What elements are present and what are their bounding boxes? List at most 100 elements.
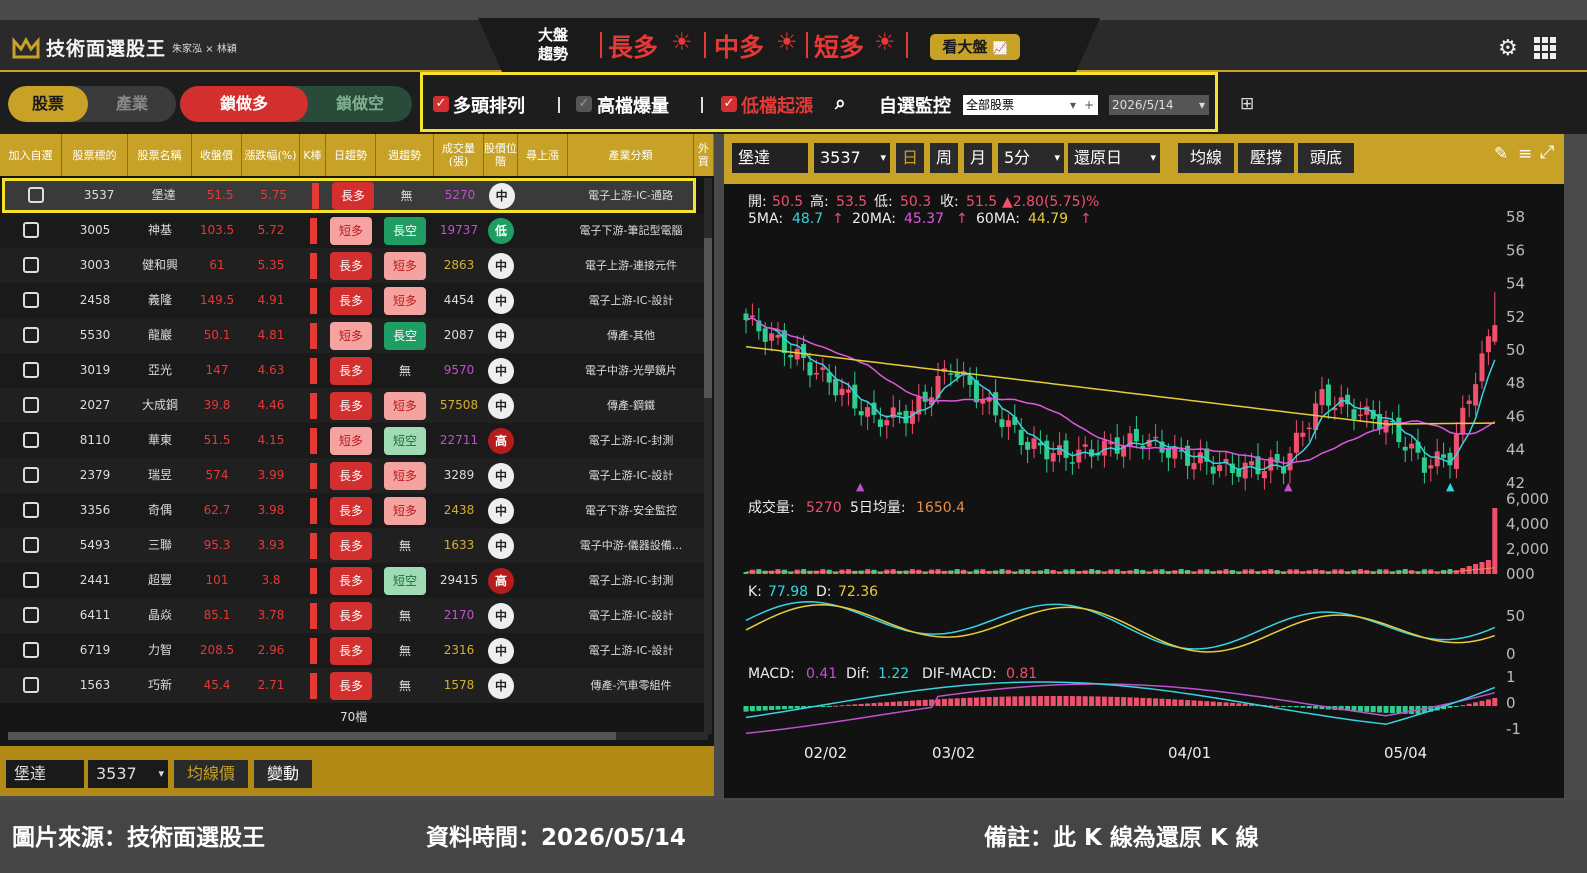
grid-menu-icon[interactable]	[1534, 37, 1556, 59]
add-watch-cell	[0, 353, 62, 388]
column-header[interactable]: 成交量(張)	[434, 134, 484, 176]
column-header[interactable]: 尋上漲	[518, 134, 568, 176]
table-settings-icon[interactable]: ⊞	[1240, 94, 1254, 114]
ma5-line	[745, 316, 1496, 471]
change-button[interactable]: 變動	[254, 760, 312, 788]
view-market-button[interactable]: 看大盤 📈	[930, 34, 1020, 60]
table-row[interactable]: 3537 堡達 51.5 5.75 長多 無 5270 中 電子上游-IC-通路	[2, 178, 696, 213]
vol5-line	[746, 567, 1495, 573]
volume-tick-label: 000	[1506, 565, 1535, 583]
macd-bar	[1095, 696, 1101, 706]
date-picker[interactable]: 2026/5/14 ▾	[1109, 95, 1209, 115]
column-header[interactable]: 漲跌幅(%)	[242, 134, 300, 176]
stock-name: 華東	[147, 433, 172, 447]
sliders-icon[interactable]: ≡	[1518, 144, 1532, 164]
chart-stock-code[interactable]: 3537 ▾	[814, 143, 890, 173]
watchlist-checkbox[interactable]	[23, 677, 39, 693]
restore-select[interactable]: 還原日 ▾	[1068, 143, 1160, 173]
column-header[interactable]: 股票名稱	[128, 134, 192, 176]
table-row[interactable]: 2027 大成鋼 39.8 4.46 長多 短多 57508 中 傳產-鋼鐵	[0, 388, 705, 423]
table-row[interactable]: 3019 亞光 147 4.63 長多 無 9570 中 電子中游-光學鏡片	[0, 353, 705, 388]
column-header[interactable]: 週趨勢	[376, 134, 434, 176]
table-row[interactable]: 3003 健和興 61 5.35 長多 短多 2863 中 電子上游-連接元件	[0, 248, 705, 283]
table-row[interactable]: 8110 華東 51.5 4.15 短多 短空 22711 高 電子上游-IC-封測	[0, 423, 705, 458]
search-icon[interactable]: ⌕	[835, 92, 846, 114]
d-label: D:	[816, 584, 832, 600]
watchlist-checkbox[interactable]	[23, 362, 39, 378]
table-row[interactable]: 5493 三聯 95.3 3.93 長多 無 1633 中 電子中游-儀器設備...	[0, 528, 705, 563]
watchlist-checkbox[interactable]	[23, 502, 39, 518]
watchlist-checkbox[interactable]	[23, 537, 39, 553]
pressure-button[interactable]: 壓撐	[1238, 143, 1294, 173]
top-bottom-button[interactable]: 頭底	[1298, 143, 1354, 173]
table-row[interactable]: 6719 力智 208.5 2.96 長多 無 2316 中 電子上游-IC-設計	[0, 633, 705, 668]
horizontal-scrollbar[interactable]	[8, 732, 708, 740]
table-row[interactable]: 2379 瑞昱 574 3.99 長多 短多 3289 中 電子上游-IC-設計	[0, 458, 705, 493]
lock-short-button[interactable]: 鎖做空	[308, 86, 412, 122]
period-day-button[interactable]: 日	[896, 143, 924, 173]
watchlist-checkbox[interactable]	[23, 257, 39, 273]
column-header[interactable]: K棒	[300, 134, 326, 176]
price-level-badge: 中	[488, 672, 514, 699]
trend-short: 短多	[814, 33, 865, 62]
plus-icon: +	[1083, 98, 1094, 112]
column-header[interactable]: 日趨勢	[326, 134, 376, 176]
ma-button[interactable]: 均線	[1178, 143, 1234, 173]
period-week-button[interactable]: 周	[930, 143, 958, 173]
column-header[interactable]: 股票標的	[62, 134, 128, 176]
price-level: 低	[484, 213, 518, 248]
candle	[993, 392, 999, 416]
watchlist-checkbox[interactable]	[23, 432, 39, 448]
watchlist-checkbox[interactable]	[23, 397, 39, 413]
period-month-button[interactable]: 月	[964, 143, 992, 173]
table-row[interactable]: 5530 龍巖 50.1 4.81 短多 長空 2087 中 傳產-其他	[0, 318, 705, 353]
macd-bar	[1133, 697, 1139, 706]
expand-icon[interactable]: ⤢	[1540, 142, 1554, 163]
watch-select[interactable]: 全部股票 ▾ +	[963, 95, 1098, 115]
lock-long-button[interactable]: 鎖做多	[180, 86, 308, 122]
price-tick-label: 50	[1506, 341, 1525, 359]
stock-chart[interactable]: 585654525048464442開: 50.5 高: 53.5 低: 50.3 收: 51…	[724, 184, 1564, 798]
watchlist-checkbox[interactable]	[23, 292, 39, 308]
watchlist-checkbox[interactable]	[23, 642, 39, 658]
chart-stock-name[interactable]: 堡達	[732, 143, 808, 173]
pencil-icon[interactable]: ✎	[1494, 144, 1508, 164]
table-row[interactable]: 6411 晶焱 85.1 3.78 長多 無 2170 中 電子上游-IC-設計	[0, 598, 705, 633]
column-header[interactable]: 股價位階	[484, 134, 518, 176]
watchlist-checkbox[interactable]	[27, 187, 44, 203]
daily-trend: 長多	[326, 283, 376, 318]
kbar-cell	[300, 318, 326, 353]
vertical-scrollbar[interactable]	[704, 178, 712, 734]
period-5min-select[interactable]: 5分 ▾	[998, 143, 1064, 173]
column-header[interactable]: 外買	[694, 134, 714, 176]
macd-bar	[1121, 697, 1127, 706]
watchlist-checkbox[interactable]	[23, 607, 39, 623]
gear-icon[interactable]: ⚙	[1498, 36, 1518, 61]
candle	[1492, 325, 1498, 342]
filter-3-checkbox[interactable]: ✓	[721, 96, 737, 112]
table-row[interactable]: 1563 巧新 45.4 2.71 長多 無 1578 中 傳產-汽車零組件	[0, 668, 705, 703]
watchlist-checkbox[interactable]	[23, 327, 39, 343]
column-header[interactable]: 產業分類	[568, 134, 694, 176]
filter-1-checkbox[interactable]: ✓	[433, 96, 449, 112]
ma-price-button[interactable]: 均線價	[174, 760, 248, 788]
table-row[interactable]: 3005 神基 103.5 5.72 短多 長空 19737 低 電子下游-筆記型電腦	[0, 213, 705, 248]
tab-industry[interactable]: 產業	[88, 86, 176, 122]
kbar-cell	[300, 423, 326, 458]
column-header[interactable]: 收盤價	[192, 134, 242, 176]
watchlist-checkbox[interactable]	[23, 222, 39, 238]
filter-2-checkbox[interactable]: ✓	[576, 96, 592, 112]
footer-stock-code[interactable]: 3537 ▾	[88, 760, 168, 788]
candle	[845, 389, 851, 393]
tab-stock[interactable]: 股票	[8, 86, 88, 122]
daily-trend: 長多	[326, 493, 376, 528]
column-header[interactable]: 加入自選	[0, 134, 62, 176]
stock-code: 6411	[79, 608, 111, 622]
price-level-badge: 中	[488, 182, 515, 209]
table-row[interactable]: 2458 義隆 149.5 4.91 長多 短多 4454 中 電子上游-IC-設計	[0, 283, 705, 318]
table-row[interactable]: 3356 奇偶 62.7 3.98 長多 短多 2438 中 電子下游-安全監控	[0, 493, 705, 528]
watchlist-checkbox[interactable]	[23, 467, 39, 483]
table-row[interactable]: 2441 超豐 101 3.8 長多 短空 29415 高 電子上游-IC-封測	[0, 563, 705, 598]
app-title: 技術面選股王	[46, 38, 167, 60]
watchlist-checkbox[interactable]	[23, 572, 39, 588]
